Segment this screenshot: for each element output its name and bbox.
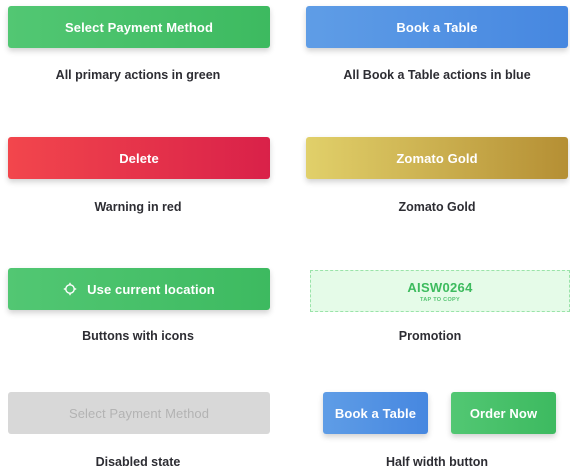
promo-code-button[interactable]: AISW0264 TAP TO COPY xyxy=(310,270,570,312)
order-now-button[interactable]: Order Now xyxy=(451,392,556,434)
promo-code: AISW0264 xyxy=(407,279,473,295)
delete-button[interactable]: Delete xyxy=(8,137,270,179)
select-payment-method-button[interactable]: Select Payment Method xyxy=(8,6,270,48)
caption-disabled-state: Disabled state xyxy=(95,455,181,469)
book-a-table-button[interactable]: Book a Table xyxy=(306,6,568,48)
half-width-book-a-table-button[interactable]: Book a Table xyxy=(323,392,428,434)
use-current-location-label: Use current location xyxy=(87,281,215,297)
select-payment-method-disabled-button: Select Payment Method xyxy=(8,392,270,434)
caption-half-width: Half width button xyxy=(385,455,489,469)
location-target-icon xyxy=(63,282,77,296)
use-current-location-button[interactable]: Use current location xyxy=(8,268,270,310)
caption-buttons-with-icons: Buttons with icons xyxy=(82,329,194,343)
zomato-gold-button[interactable]: Zomato Gold xyxy=(306,137,568,179)
caption-primary-actions: All primary actions in green xyxy=(55,68,221,82)
caption-warning: Warning in red xyxy=(94,200,182,214)
promo-tap-to-copy: TAP TO COPY xyxy=(420,296,460,303)
caption-promotion: Promotion xyxy=(398,329,462,343)
caption-book-a-table: All Book a Table actions in blue xyxy=(343,68,531,82)
caption-zomato-gold: Zomato Gold xyxy=(398,200,476,214)
